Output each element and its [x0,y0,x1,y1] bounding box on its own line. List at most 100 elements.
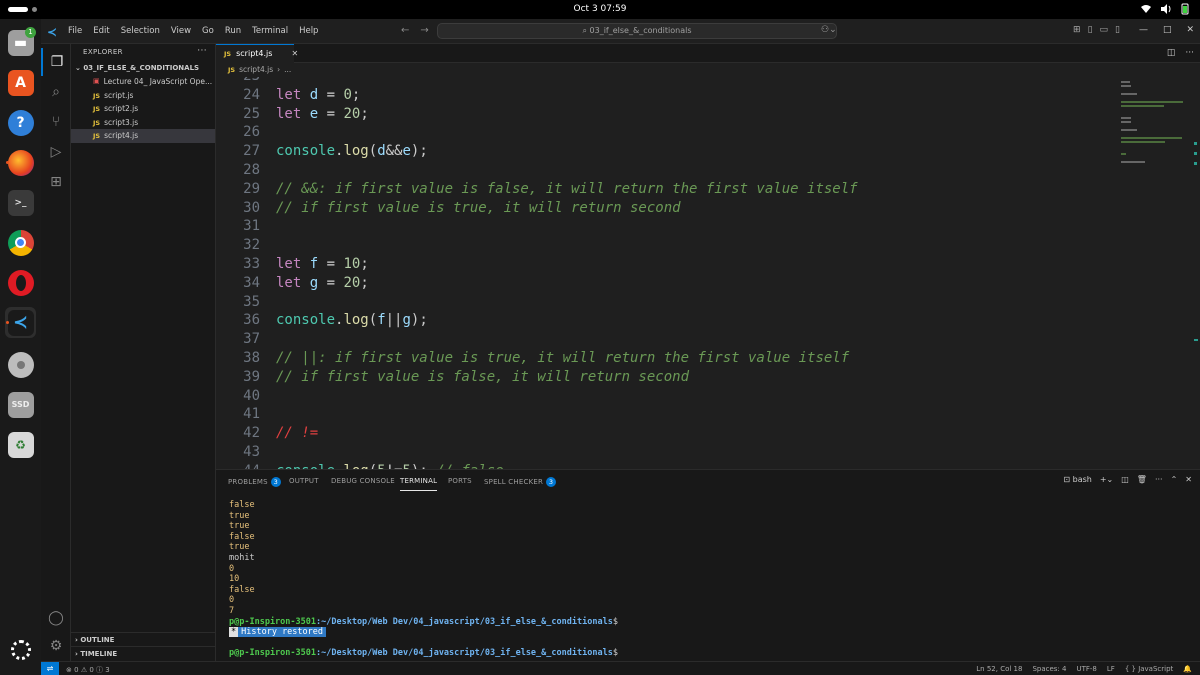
toggle-panel-icon[interactable]: ▭ [1100,25,1109,35]
customize-layout-icon[interactable]: ⊞ [1073,25,1081,35]
workspace-folder[interactable]: ⌄ 03_IF_ELSE_&_CONDITIONALS [71,61,215,75]
line-number: 37 [243,331,260,348]
file-item-selected[interactable]: JS script4.js [71,129,215,143]
menu-go[interactable]: Go [202,26,214,36]
line-number: 27 [243,143,260,160]
terminal-app[interactable]: >_ [5,187,36,218]
indentation[interactable]: Spaces: 4 [1032,665,1066,673]
trash-app[interactable]: ♻ [5,429,36,460]
vscode-app[interactable]: ≺ [5,307,36,338]
split-editor-icon[interactable]: ◫ [1167,48,1176,58]
firefox-app[interactable] [5,147,36,178]
terminal-output[interactable]: false true true false true mohit 0 10 fa… [229,500,618,659]
toggle-sidebar-icon[interactable]: ▯ [1088,25,1093,35]
system-tray[interactable] [1140,3,1190,15]
cursor-position[interactable]: Ln 52, Col 18 [976,665,1022,673]
disk-app[interactable] [5,349,36,380]
minimize-icon[interactable]: — [1139,25,1148,35]
wifi-icon [1141,5,1151,13]
code-editor[interactable]: 23 24 let d = 0; 25 let e = 20; 26 27 console.l… [216,77,1096,469]
info-icon: ⓘ [96,666,104,674]
close-icon[interactable]: ✕ [1186,25,1194,35]
menu-file[interactable]: File [68,26,82,36]
file-item[interactable]: ▣ Lecture 04_ JavaScript Ope... [71,75,215,89]
chrome-app[interactable] [5,227,36,258]
file-item[interactable]: JS script3.js [71,116,215,130]
new-terminal-icon[interactable]: +⌄ [1100,475,1113,484]
tab-script4[interactable]: JS script4.js ✕ [216,44,298,63]
search-view-icon[interactable]: ⌕ [41,78,71,106]
minimap[interactable] [1121,77,1191,197]
chrome-icon [7,229,34,256]
more-actions-icon[interactable]: ··· [197,46,207,56]
help-app[interactable]: ? [5,107,36,138]
line-number: 26 [243,124,260,141]
notifications-bell-icon[interactable]: 🔔 [1183,665,1192,673]
history-star: * [229,627,239,638]
tab-label: PORTS [448,477,472,485]
ssd-drive[interactable]: SSD [5,389,36,420]
terminal-icon: ⊡ [1063,475,1073,484]
language-mode[interactable]: { } JavaScript [1125,665,1173,673]
panel-actions: ⊡ bash +⌄ ◫ 🗑 ··· ⌃ ✕ [1063,475,1192,484]
close-panel-icon[interactable]: ✕ [1185,475,1192,484]
file-name: script4.js [104,131,139,140]
maximize-icon[interactable]: □ [1163,25,1172,35]
extensions-icon[interactable]: ⊞ [41,168,71,196]
nav-arrows: ← → [401,25,429,36]
back-arrow-icon[interactable]: ← [401,25,409,36]
tab-ports[interactable]: PORTS [448,477,472,485]
outline-section[interactable]: › OUTLINE [71,632,216,646]
menu-edit[interactable]: Edit [93,26,109,36]
tab-spell-checker[interactable]: SPELL CHECKER 3 [484,477,557,487]
editor-scrollbar[interactable] [1192,77,1200,469]
explorer-icon[interactable]: ❐ [41,48,71,76]
run-debug-icon[interactable]: ▷ [41,138,71,166]
menu-terminal[interactable]: Terminal [252,26,288,36]
show-apps-icon [10,639,31,660]
timeline-section[interactable]: › TIMELINE [71,646,216,660]
opera-app[interactable] [5,267,36,298]
file-item[interactable]: JS script.js [71,89,215,103]
menu-help[interactable]: Help [299,26,318,36]
encoding[interactable]: UTF-8 [1076,665,1096,673]
kill-terminal-icon[interactable]: 🗑 [1137,475,1147,484]
source-control-icon[interactable]: ⑂ [41,108,71,136]
tab-output[interactable]: OUTPUT [289,477,319,485]
warning-count: 0 [89,666,94,674]
code-line: // != [276,425,319,442]
menu-run[interactable]: Run [225,26,241,36]
menu-selection[interactable]: Selection [121,26,160,36]
remote-indicator-icon[interactable]: ⇌ [41,662,59,675]
accounts-icon[interactable]: ◯ [41,604,71,632]
app-center[interactable]: A [5,67,36,98]
terminal-shell-selector[interactable]: ⊡ bash [1063,475,1091,484]
line-number: 34 [243,274,260,291]
split-terminal-icon[interactable]: ◫ [1121,475,1129,484]
terminal-line: false [229,500,255,510]
show-apps-button[interactable] [5,634,36,665]
prompt-user: p@p-Inspiron-3501 [229,648,316,659]
breadcrumb-symbol[interactable]: ... [284,65,291,77]
tab-terminal[interactable]: TERMINAL [400,477,438,491]
files-app[interactable]: ▬ 1 [5,27,36,58]
manage-gear-icon[interactable]: ⚙ [41,632,71,660]
maximize-panel-icon[interactable]: ⌃ [1171,475,1178,484]
end-of-line[interactable]: LF [1107,665,1115,673]
panel-more-icon[interactable]: ··· [1155,475,1163,484]
clock[interactable]: Oct 3 07:59 [0,4,1200,14]
forward-arrow-icon[interactable]: → [420,25,428,36]
command-center[interactable]: ⌕ 03_if_else_&_conditionals [437,23,837,39]
close-tab-icon[interactable]: ✕ [291,49,298,63]
file-item[interactable]: JS script2.js [71,102,215,116]
tab-debug-console[interactable]: DEBUG CONSOLE [331,477,395,485]
editor-more-icon[interactable]: ··· [1185,48,1194,58]
tab-problems[interactable]: PROBLEMS 3 [228,477,281,487]
menu-view[interactable]: View [171,26,191,36]
breadcrumb-file[interactable]: script4.js [239,65,273,77]
terminal-prompt: p@p-Inspiron-3501:~/Desktop/Web Dev/04_j… [229,648,618,659]
problems-status[interactable]: ⊗ 0 ⚠ 0 ⓘ 3 [66,665,110,675]
toggle-secondary-sidebar-icon[interactable]: ▯ [1115,25,1120,35]
explorer-sidebar: EXPLORER ··· ⌄ 03_IF_ELSE_&_CONDITIONALS… [71,44,216,661]
copilot-icon[interactable]: ⚇⌄ [821,25,837,35]
